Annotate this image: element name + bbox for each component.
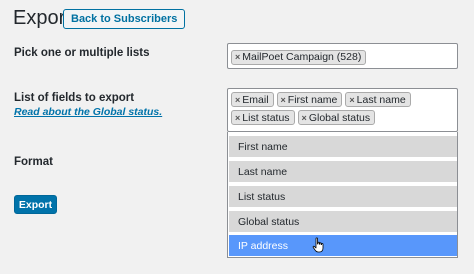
dropdown-option-first-name[interactable]: First name	[229, 136, 457, 157]
field-tag: × List status	[231, 110, 295, 125]
lists-select[interactable]: × MailPoet Campaign (528)	[227, 43, 458, 69]
field-tag: × Email	[231, 92, 274, 107]
field-tag-label: Global status	[308, 111, 371, 124]
format-label: Format	[14, 156, 53, 168]
export-page: Export Back to Subscribers Pick one or m…	[0, 0, 474, 274]
fields-label: List of fields to export	[14, 92, 135, 104]
dropdown-option-global-status[interactable]: Global status	[229, 211, 457, 232]
remove-tag-icon[interactable]: ×	[235, 113, 240, 123]
list-tag: × MailPoet Campaign (528)	[231, 49, 367, 65]
field-tag: × Global status	[297, 110, 376, 125]
dropdown-option-list-status[interactable]: List status	[229, 186, 457, 207]
remove-tag-icon[interactable]: ×	[235, 52, 240, 62]
field-tag: × First name	[276, 92, 343, 107]
fields-select[interactable]: × Email × First name × Last name × List …	[227, 88, 458, 132]
global-status-link[interactable]: Read about the Global status.	[14, 106, 162, 118]
field-tag-label: Last name	[356, 93, 406, 106]
field-tag-label: First name	[287, 93, 338, 106]
field-tag: × Last name	[345, 92, 411, 107]
list-tag-label: MailPoet Campaign (528)	[242, 51, 362, 63]
remove-tag-icon[interactable]: ×	[349, 95, 354, 105]
back-to-subscribers-button[interactable]: Back to Subscribers	[63, 9, 186, 29]
field-tag-label: Email	[242, 93, 269, 106]
field-tag-label: List status	[242, 111, 290, 124]
export-button[interactable]: Export	[14, 195, 57, 214]
remove-tag-icon[interactable]: ×	[235, 95, 240, 105]
remove-tag-icon[interactable]: ×	[281, 95, 286, 105]
dropdown-option-ip-address[interactable]: IP address	[229, 235, 457, 256]
lists-label: Pick one or multiple lists	[14, 47, 150, 59]
fields-dropdown: First name Last name List status Global …	[227, 132, 458, 258]
hand-cursor-icon	[312, 237, 324, 253]
remove-tag-icon[interactable]: ×	[302, 113, 307, 123]
dropdown-option-last-name[interactable]: Last name	[229, 161, 457, 182]
